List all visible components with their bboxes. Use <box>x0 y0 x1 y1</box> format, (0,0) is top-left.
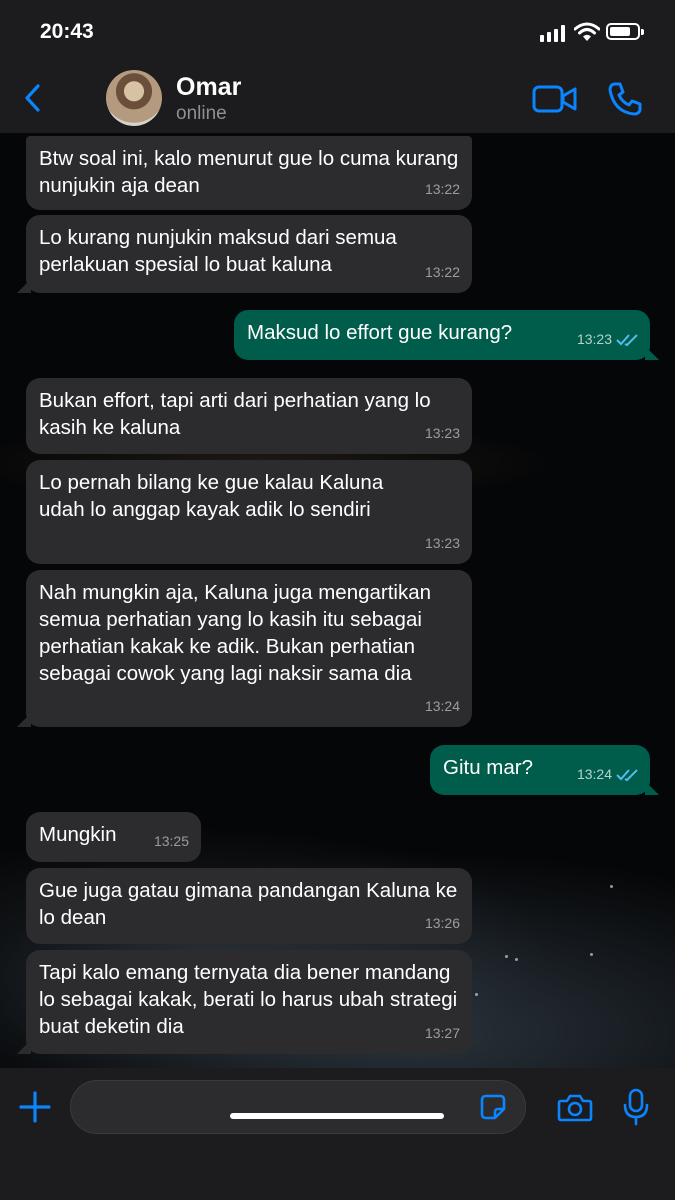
wifi-icon <box>574 22 600 41</box>
message-bubble-incoming[interactable]: Lo kurang nunjukin maksud dari semua per… <box>17 215 472 293</box>
message-bubble-incoming[interactable]: Tapi kalo emang ternyata dia bener manda… <box>17 950 472 1054</box>
message-text: Lo pernah bilang ke gue kalau Kaluna uda… <box>39 471 384 521</box>
message-bubble-incoming[interactable]: Mungkin 13:25 <box>26 812 201 862</box>
cellular-signal-icon <box>540 24 568 42</box>
avatar[interactable] <box>106 70 162 126</box>
message-time: 13:24 <box>576 766 612 782</box>
message-meta: 13:24 <box>577 761 640 788</box>
message-bubble-incoming[interactable]: Gue juga gatau gimana pandangan Kaluna k… <box>26 868 472 944</box>
message-text: Lo kurang nunjukin maksud dari semua per… <box>39 226 397 276</box>
status-bar: 20:43 <box>0 0 675 62</box>
message-time: 13:23 <box>576 331 612 347</box>
message-bubble-incoming[interactable]: Lo pernah bilang ke gue kalau Kaluna uda… <box>26 460 472 564</box>
phone-icon[interactable] <box>606 80 644 118</box>
message-time: 13:23 <box>424 535 460 551</box>
read-receipt-icon <box>616 334 638 347</box>
home-indicator <box>230 1113 444 1119</box>
message-input[interactable] <box>70 1080 526 1134</box>
message-time: 13:22 <box>424 264 460 280</box>
message-time: 13:26 <box>424 915 460 931</box>
sticker-icon[interactable] <box>480 1094 506 1120</box>
battery-icon <box>606 23 644 40</box>
message-time: 13:22 <box>424 181 460 197</box>
read-receipt-icon <box>616 769 638 782</box>
chevron-left-icon[interactable] <box>20 82 46 114</box>
plus-icon[interactable] <box>18 1090 52 1124</box>
message-bubble-incoming[interactable]: Nah mungkin aja, Kaluna juga mengartikan… <box>17 570 472 727</box>
message-time: 13:23 <box>424 425 460 441</box>
camera-icon[interactable] <box>557 1093 593 1123</box>
message-time: 13:25 <box>153 833 189 849</box>
message-bubble-incoming[interactable]: Bukan effort, tapi arti dari perhatian y… <box>26 378 472 454</box>
message-bubble-outgoing[interactable]: Maksud lo effort gue kurang? 13:23 <box>234 310 659 360</box>
chat-header: Omar online <box>0 62 675 133</box>
message-text: Bukan effort, tapi arti dari perhatian y… <box>39 389 431 439</box>
message-text: Gue juga gatau gimana pandangan Kaluna k… <box>39 879 458 929</box>
message-text: Tapi kalo emang ternyata dia bener manda… <box>39 961 458 1038</box>
message-meta: 13:23 <box>577 326 640 353</box>
microphone-icon[interactable] <box>622 1088 650 1126</box>
message-bubble-incoming[interactable]: Btw soal ini, kalo menurut gue lo cuma k… <box>26 136 472 210</box>
message-time: 13:24 <box>424 698 460 714</box>
video-camera-icon[interactable] <box>532 84 578 114</box>
status-time: 20:43 <box>40 20 94 43</box>
message-time: 13:27 <box>424 1025 460 1041</box>
message-text: Nah mungkin aja, Kaluna juga mengartikan… <box>39 581 432 685</box>
message-text: Btw soal ini, kalo menurut gue lo cuma k… <box>39 147 459 197</box>
message-bubble-outgoing[interactable]: Gitu mar? 13:24 <box>430 745 659 795</box>
contact-status: online <box>176 103 227 124</box>
composer-bar <box>0 1068 675 1200</box>
contact-name[interactable]: Omar <box>176 73 241 102</box>
